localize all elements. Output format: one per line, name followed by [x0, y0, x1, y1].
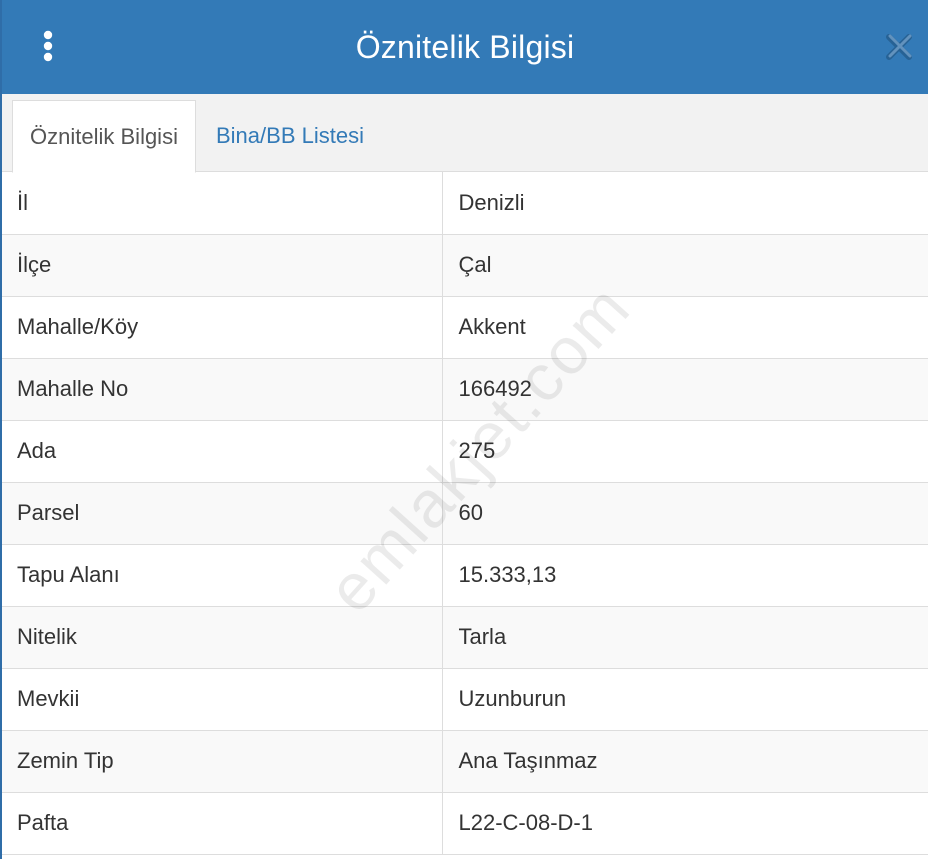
table-row: Tapu Alanı 15.333,13	[2, 544, 928, 607]
vertical-dots-icon[interactable]	[32, 30, 64, 64]
row-label: Mevkii	[2, 668, 442, 731]
tab-building-list[interactable]: Bina/BB Listesi	[216, 100, 364, 172]
table-row: Ada 275	[2, 420, 928, 483]
table-row: Mahalle No 166492	[2, 358, 928, 421]
panel-header: Öznitelik Bilgisi	[2, 0, 928, 94]
row-label: Pafta	[2, 792, 442, 855]
panel-title: Öznitelik Bilgisi	[355, 28, 575, 65]
table-row: Pafta L22-C-08-D-1	[2, 792, 928, 855]
row-value: 275	[441, 420, 928, 483]
row-value: Ana Taşınmaz	[441, 730, 928, 793]
row-label: Zemin Tip	[2, 730, 442, 793]
tab-attribute-info[interactable]: Öznitelik Bilgisi	[12, 100, 196, 173]
table-row: İlçe Çal	[2, 234, 928, 297]
close-icon[interactable]	[884, 32, 914, 62]
row-label: İlçe	[2, 234, 442, 297]
row-value: L22-C-08-D-1	[441, 792, 928, 855]
row-label: Mahalle/Köy	[2, 296, 442, 359]
row-value: Çal	[441, 234, 928, 297]
table-row: Mevkii Uzunburun	[2, 668, 928, 731]
row-value: 15.333,13	[441, 544, 928, 607]
attribute-table: İl Denizli İlçe Çal Mahalle/Köy Akkent Mahalle…	[2, 172, 928, 855]
tab-bar: Öznitelik Bilgisi Bina/BB Listesi	[2, 94, 928, 173]
row-label: Mahalle No	[2, 358, 442, 421]
row-value: Uzunburun	[441, 668, 928, 731]
table-row: Nitelik Tarla	[2, 606, 928, 669]
row-label: Tapu Alanı	[2, 544, 442, 607]
row-label: Ada	[2, 420, 442, 483]
row-value: 60	[441, 482, 928, 545]
table-row: İl Denizli	[2, 172, 928, 235]
row-label: Parsel	[2, 482, 442, 545]
row-value: Denizli	[441, 172, 928, 235]
table-row: Parsel 60	[2, 482, 928, 545]
row-value: 166492	[441, 358, 928, 421]
table-row: Mahalle/Köy Akkent	[2, 296, 928, 359]
row-value: Akkent	[441, 296, 928, 359]
row-label: Nitelik	[2, 606, 442, 669]
row-value: Tarla	[441, 606, 928, 669]
row-label: İl	[2, 172, 442, 235]
attribute-info-panel: Öznitelik Bilgisi Öznitelik Bilgisi Bina…	[0, 0, 928, 859]
table-row: Zemin Tip Ana Taşınmaz	[2, 730, 928, 793]
